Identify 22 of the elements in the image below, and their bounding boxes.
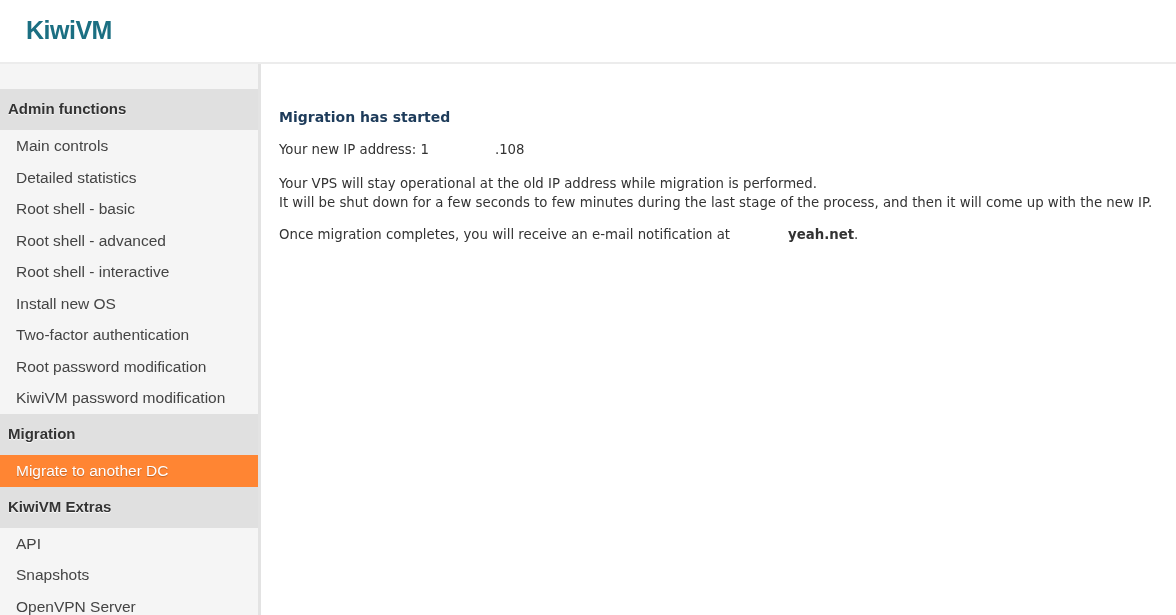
sidebar-item[interactable]: OpenVPN Server xyxy=(0,590,258,615)
sidebar-item[interactable]: Root shell - interactive xyxy=(0,256,258,288)
sidebar-section-header: KiwiVM Extras xyxy=(0,486,258,528)
page-title: Migration has started xyxy=(279,108,451,126)
sidebar-item[interactable]: API xyxy=(0,527,258,559)
migration-info-paragraph: Your VPS will stay operational at the old IP address while migration is performed. It will be shut down for a few seconds to few minutes during the last stage of the process, and then it will come up with the new IP. xyxy=(279,175,1153,212)
ip-address-suffix: .108 xyxy=(494,142,525,158)
sidebar-item[interactable]: Root password modification xyxy=(0,350,258,382)
ip-address-text: Your new IP address: 1 xyxy=(279,142,429,158)
sidebar-item[interactable]: KiwiVM password modification xyxy=(0,382,258,414)
sidebar-item[interactable]: Two-factor authentication xyxy=(0,319,258,351)
notification-end: . xyxy=(854,227,859,243)
sidebar-section-header: Admin functions xyxy=(0,89,258,130)
sidebar-item[interactable]: Install new OS xyxy=(0,287,258,319)
sidebar-item[interactable]: Main controls xyxy=(0,130,258,162)
kiwivm-logo[interactable]: KiwiVM xyxy=(26,17,112,45)
sidebar-item[interactable]: Snapshots xyxy=(0,559,258,591)
sidebar-section-header: Migration xyxy=(0,413,258,455)
notification-text: Once migration completes, you will receive an e-mail notification at xyxy=(279,227,731,243)
sidebar-item[interactable]: Root shell - advanced xyxy=(0,224,258,256)
sidebar-item[interactable]: Root shell - basic xyxy=(0,193,258,225)
sidebar-item[interactable]: Detailed statistics xyxy=(0,161,258,193)
